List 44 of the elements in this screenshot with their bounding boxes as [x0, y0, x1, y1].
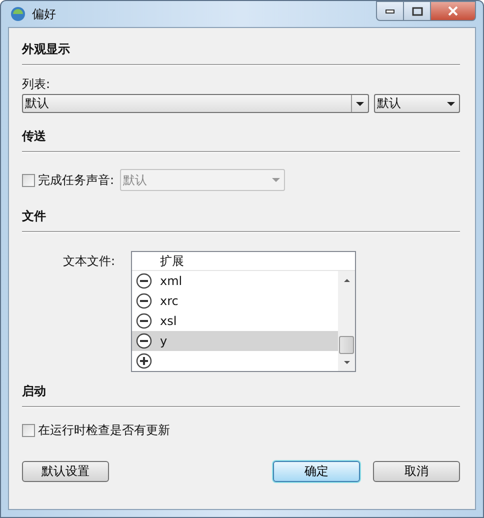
remove-icon [136, 293, 152, 309]
remove-icon [136, 273, 152, 289]
caret-icon [356, 102, 364, 106]
scrollbar[interactable] [338, 271, 355, 371]
scroll-up-icon [342, 277, 350, 283]
minimize-icon [385, 8, 395, 14]
table-cell-text: xsl [159, 314, 177, 328]
checkbox[interactable] [22, 424, 35, 437]
table-row[interactable]: xsl [132, 311, 338, 331]
table-cell-text: xrc [159, 294, 178, 308]
window-title: 偏好 [32, 6, 56, 22]
close-button[interactable] [431, 1, 476, 21]
checkbox[interactable] [22, 174, 35, 186]
maximize-button[interactable] [404, 1, 431, 21]
table-row[interactable]: xrc [132, 291, 338, 311]
caret-icon [447, 102, 455, 106]
remove-icon [136, 333, 152, 349]
table-row[interactable]: xml [132, 271, 338, 291]
section-heading: 传送 [22, 128, 47, 145]
table-cell-text: xml [159, 274, 182, 288]
checkbox-label: 完成任务声音: [38, 172, 114, 188]
scrollbar-thumb[interactable] [339, 336, 354, 354]
checkbox-label: 在运行时检查是否有更新 [38, 422, 170, 439]
globe-icon [10, 6, 26, 22]
dialog-button[interactable]: 默认设置 [22, 461, 109, 482]
table-row[interactable]: y [132, 331, 338, 351]
list-dropdown[interactable]: 默认 [22, 94, 370, 113]
scroll-down-icon [342, 360, 350, 366]
dialog-button[interactable]: 取消 [373, 461, 460, 482]
section-heading: 外观显示 [22, 41, 71, 58]
table-cell-text: y [159, 334, 168, 348]
field-label: 列表: [22, 76, 52, 92]
style-dropdown[interactable]: 默认 [374, 94, 460, 113]
maximize-icon [412, 6, 422, 16]
add-icon [136, 353, 152, 369]
column-header[interactable]: 扩展 [132, 252, 184, 270]
field-label: 文本文件: [62, 253, 116, 270]
section-heading: 启动 [22, 383, 47, 400]
dialog-button[interactable]: 确定 [273, 461, 360, 482]
minimize-button[interactable] [376, 1, 404, 21]
remove-icon [136, 313, 152, 329]
section-heading: 文件 [22, 208, 47, 225]
caret-icon [272, 178, 280, 182]
close-icon [448, 6, 458, 16]
